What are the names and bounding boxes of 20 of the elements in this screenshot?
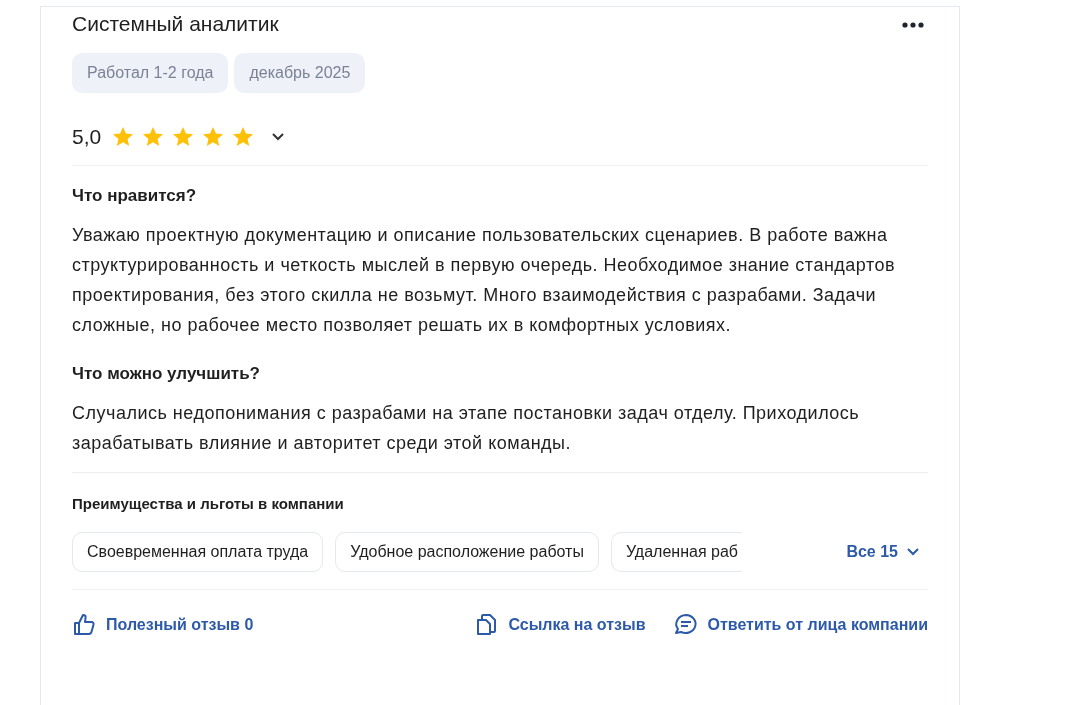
tag: Работал 1-2 года <box>72 53 229 93</box>
benefit-tag: Удобное расположение работы <box>335 532 599 572</box>
show-all-button[interactable]: Все 15 <box>846 543 928 561</box>
chevron-down-icon[interactable] <box>271 132 286 142</box>
like-link[interactable]: Полезный отзыв 0 <box>72 612 254 638</box>
rating-score: 5,0 <box>72 125 102 149</box>
more-icon[interactable] <box>901 21 925 29</box>
link-link[interactable]: Ссылка на отзыв <box>474 612 646 638</box>
chevron-down-icon <box>906 547 920 557</box>
benefit-tag: Своевременная оплата труда <box>72 532 324 572</box>
review-title: Системный аналитик <box>72 12 279 36</box>
benefit-tag: Удаленная раб <box>610 532 742 572</box>
thumbs-up-icon <box>72 612 98 638</box>
benefits-heading: Преимущества и льготы в компании <box>72 495 345 512</box>
reply-link[interactable]: Ответить от лица компании <box>673 612 928 638</box>
section-heading: Что нравится? <box>72 186 198 206</box>
tag: декабрь 2025 <box>234 53 366 93</box>
review-text: Случались недопонимания с разрабами на этапе постановки задач отделу. Приходилось зарабатывать влияние и авторитет среди этой команды. <box>72 402 861 455</box>
review-text: Уважаю проектную документацию и описание пользовательских сценариев. В работе важна структурированность и четкость мыслей в первую очередь. Необходимое знание стандартов проектирования, без этого скилла не возьмут. Много взаимодействия с разрабами. Задачи сложные, но рабочее место позволяет решать их в комфортных условиях. <box>72 224 897 337</box>
section-heading: Что можно улучшить? <box>72 364 261 384</box>
